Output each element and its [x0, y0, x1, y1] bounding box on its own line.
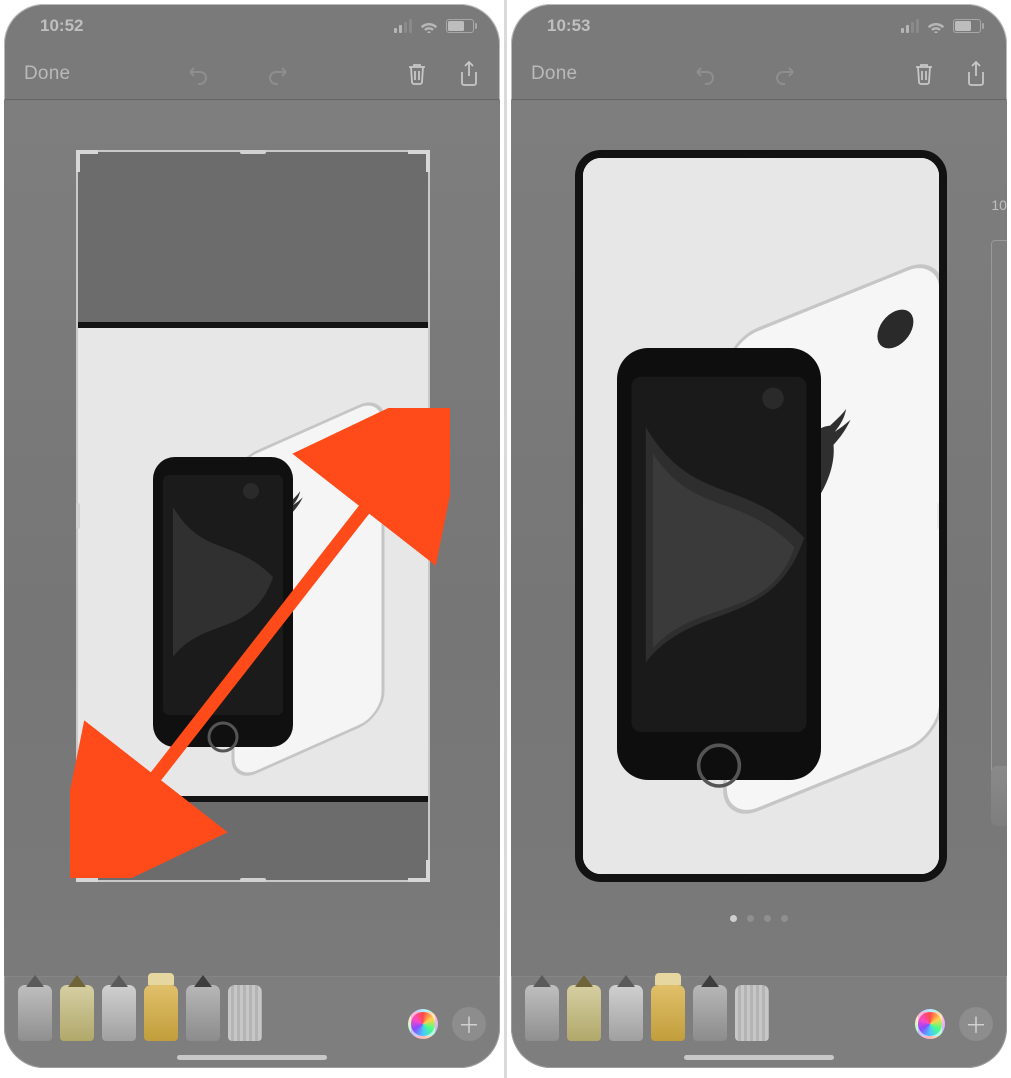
tool-marker[interactable]	[567, 985, 601, 1041]
tool-pen[interactable]	[18, 985, 52, 1041]
cellular-icon	[394, 19, 412, 33]
undo-icon[interactable]	[186, 62, 210, 86]
color-picker-icon[interactable]	[408, 1009, 438, 1039]
crop-handle-tl[interactable]	[581, 156, 603, 178]
page-dot-3	[764, 915, 771, 922]
markup-canvas[interactable]: 10: Don	[511, 100, 1007, 976]
home-indicator[interactable]	[177, 1055, 327, 1060]
share-icon[interactable]	[458, 61, 480, 87]
tool-lasso[interactable]	[693, 985, 727, 1041]
product-illustration	[581, 176, 941, 856]
wifi-icon	[927, 19, 945, 33]
peek-time: 10:	[991, 192, 1007, 218]
tool-eraser[interactable]	[144, 985, 178, 1041]
screenshot-thumbnail[interactable]	[78, 322, 428, 802]
tool-pens	[525, 985, 769, 1041]
tool-lasso[interactable]	[186, 985, 220, 1041]
battery-icon	[446, 19, 474, 33]
status-time: 10:53	[547, 16, 590, 36]
markup-toolbar: ＋	[4, 976, 500, 1068]
undo-icon[interactable]	[693, 62, 717, 86]
tool-eraser[interactable]	[651, 985, 685, 1041]
next-page-tool-peek	[991, 766, 1007, 826]
tool-marker[interactable]	[60, 985, 94, 1041]
battery-icon	[953, 19, 981, 33]
status-bar: 10:52	[4, 4, 500, 48]
crop-handle-tl[interactable]	[76, 150, 98, 172]
status-indicators	[394, 19, 474, 33]
markup-toolbar: ＋	[511, 976, 1007, 1068]
crop-frame[interactable]	[76, 150, 430, 882]
status-bar: 10:53	[511, 4, 1007, 48]
add-icon[interactable]: ＋	[452, 1007, 486, 1041]
done-button[interactable]: Done	[531, 63, 577, 85]
crop-handle-br[interactable]	[919, 854, 941, 876]
crop-handle-top[interactable]	[748, 156, 774, 160]
tool-pencil[interactable]	[609, 985, 643, 1041]
crop-handle-bl[interactable]	[581, 854, 603, 876]
screenshot-right: 10:53 Done	[511, 4, 1007, 1068]
crop-handle-bottom[interactable]	[748, 872, 774, 876]
crop-handle-br[interactable]	[408, 860, 430, 882]
crop-handle-bottom[interactable]	[240, 878, 266, 882]
status-indicators	[901, 19, 981, 33]
add-icon[interactable]: ＋	[959, 1007, 993, 1041]
trash-icon[interactable]	[406, 61, 428, 87]
cellular-icon	[901, 19, 919, 33]
crop-handle-tr[interactable]	[408, 150, 430, 172]
product-illustration	[103, 347, 403, 777]
screenshot-left: 10:52 Done	[4, 4, 500, 1068]
crop-handle-left[interactable]	[581, 503, 585, 529]
page-dot-4	[781, 915, 788, 922]
tool-ruler[interactable]	[228, 985, 262, 1041]
nav-bar: Done	[511, 48, 1007, 100]
home-indicator[interactable]	[684, 1055, 834, 1060]
done-button[interactable]: Done	[24, 63, 70, 85]
page-dot-1	[730, 915, 737, 922]
page-dot-2	[747, 915, 754, 922]
status-time: 10:52	[40, 16, 83, 36]
redo-icon[interactable]	[773, 62, 797, 86]
crop-handle-right[interactable]	[426, 503, 430, 529]
next-page-edge[interactable]	[991, 240, 1007, 800]
color-picker-icon[interactable]	[915, 1009, 945, 1039]
crop-handle-right[interactable]	[937, 503, 941, 529]
trash-icon[interactable]	[913, 61, 935, 87]
crop-handle-left[interactable]	[76, 503, 80, 529]
tool-pen[interactable]	[525, 985, 559, 1041]
tool-ruler[interactable]	[735, 985, 769, 1041]
markup-canvas[interactable]	[4, 100, 500, 976]
screenshot-frame[interactable]	[575, 150, 947, 882]
screenshot-separator	[504, 0, 507, 1078]
page-indicator	[511, 915, 1007, 922]
crop-handle-top[interactable]	[240, 150, 266, 154]
share-icon[interactable]	[965, 61, 987, 87]
redo-icon[interactable]	[266, 62, 290, 86]
crop-handle-bl[interactable]	[76, 860, 98, 882]
wifi-icon	[420, 19, 438, 33]
tool-pens	[18, 985, 262, 1041]
tool-pencil[interactable]	[102, 985, 136, 1041]
crop-handle-tr[interactable]	[919, 156, 941, 178]
nav-bar: Done	[4, 48, 500, 100]
